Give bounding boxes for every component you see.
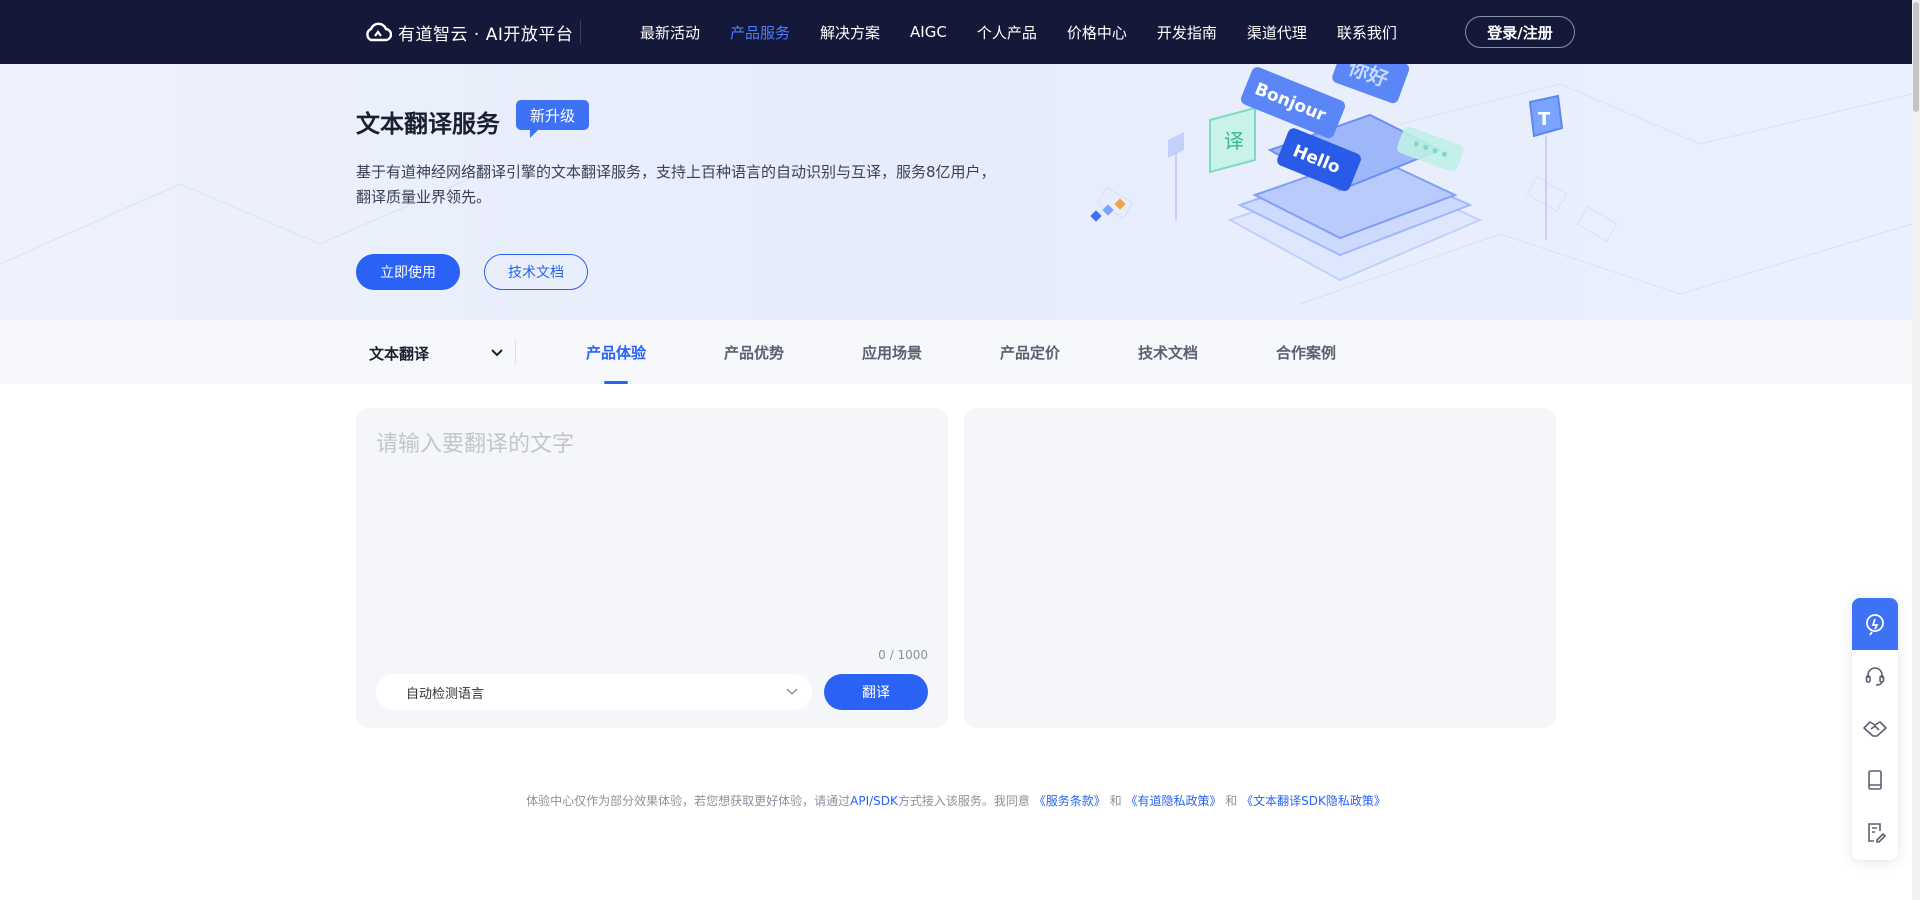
logo[interactable]: 有道智云 · AI开放平台 xyxy=(364,18,573,46)
tab-product-advantages[interactable]: 产品优势 xyxy=(724,320,862,384)
product-selector-label: 文本翻译 xyxy=(369,344,430,363)
privacy-policy-link[interactable]: 《有道隐私政策》 xyxy=(1125,794,1221,808)
tab-use-cases[interactable]: 应用场景 xyxy=(862,320,1000,384)
product-tab-bar: 文本翻译 产品体验 产品优势 应用场景 产品定价 技术文档 合作案例 xyxy=(0,320,1912,384)
ai-assistant-icon xyxy=(1866,614,1884,636)
product-selector[interactable]: 文本翻译 xyxy=(369,342,503,364)
disclaimer-and-2: 和 xyxy=(1225,794,1238,808)
sdk-privacy-policy-link[interactable]: 《文本翻译SDK隐私政策》 xyxy=(1241,794,1386,808)
nav-item-contact[interactable]: 联系我们 xyxy=(1337,22,1397,43)
nav-item-pricing[interactable]: 价格中心 xyxy=(1067,22,1127,43)
logo-text: 有道智云 · AI开放平台 xyxy=(398,24,574,45)
feedback-button[interactable] xyxy=(1852,806,1898,858)
tech-docs-button[interactable]: 技术文档 xyxy=(484,254,588,290)
svg-text:译: 译 xyxy=(1224,129,1244,153)
ai-assistant-button[interactable] xyxy=(1852,598,1898,650)
tab-tech-docs[interactable]: 技术文档 xyxy=(1138,320,1276,384)
decor-pillar xyxy=(1168,132,1184,220)
hero-title: 文本翻译服务 xyxy=(356,110,500,138)
nav-item-channel-agent[interactable]: 渠道代理 xyxy=(1247,22,1307,43)
login-register-button[interactable]: 登录/注册 xyxy=(1465,16,1575,48)
hero-banner: 文本翻译服务 新升级 基于有道神经网络翻译引擎的文本翻译服务，支持上百种语言的自… xyxy=(0,64,1912,320)
chevron-down-icon xyxy=(786,688,798,696)
customer-service-button[interactable] xyxy=(1852,650,1898,702)
cloud-logo-icon xyxy=(366,22,392,42)
language-select-value: 自动检测语言 xyxy=(406,686,485,702)
tab-product-experience[interactable]: 产品体验 xyxy=(586,320,724,384)
nav-item-aigc[interactable]: AIGC xyxy=(910,23,947,41)
tab-divider xyxy=(515,340,516,364)
logo-divider xyxy=(580,20,581,44)
section-tabs: 产品体验 产品优势 应用场景 产品定价 技术文档 合作案例 xyxy=(586,320,1414,384)
tab-pricing[interactable]: 产品定价 xyxy=(1000,320,1138,384)
page-scrollbar[interactable] xyxy=(1912,0,1920,900)
disclaimer-middle: 方式接入该服务。我同意 xyxy=(897,794,1030,808)
partnership-button[interactable] xyxy=(1852,702,1898,754)
page-scrollbar-thumb[interactable] xyxy=(1913,2,1919,112)
source-panel: 0 / 1000 自动检测语言 翻译 xyxy=(356,408,948,728)
nihao-bubble: 你好 xyxy=(1332,64,1410,104)
text-cube-icon: T xyxy=(1528,94,1564,240)
hero-description: 基于有道神经网络翻译引擎的文本翻译服务，支持上百种语言的自动识别与互译，服务8亿… xyxy=(356,163,996,206)
disclaimer-and-1: 和 xyxy=(1109,794,1122,808)
char-count: 0 / 1000 xyxy=(878,648,928,662)
main-nav: 最新活动 产品服务 解决方案 AIGC 个人产品 价格中心 开发指南 渠道代理 … xyxy=(640,0,1427,64)
typing-bubble xyxy=(1397,126,1464,172)
tab-case-studies[interactable]: 合作案例 xyxy=(1276,320,1414,384)
handshake-icon xyxy=(1863,721,1887,737)
yi-translate-icon: 译 xyxy=(1209,106,1256,174)
headset-icon xyxy=(1865,667,1885,686)
source-text-input[interactable] xyxy=(376,426,926,646)
use-now-button[interactable]: 立即使用 xyxy=(356,254,460,290)
disclaimer: 体验中心仅作为部分效果体验，若您想获取更好体验，请通过API/SDK方式接入该服… xyxy=(0,792,1912,809)
svg-text:T: T xyxy=(1538,109,1551,130)
edit-document-icon xyxy=(1868,823,1887,843)
tablet-icon xyxy=(1868,770,1882,790)
api-sdk-link[interactable]: API/SDK xyxy=(850,794,898,808)
language-select[interactable]: 自动检测语言 xyxy=(376,674,812,710)
nav-item-personal-products[interactable]: 个人产品 xyxy=(977,22,1037,43)
nav-item-products[interactable]: 产品服务 xyxy=(730,22,790,43)
disclaimer-prefix: 体验中心仅作为部分效果体验，若您想获取更好体验，请通过 xyxy=(526,794,851,808)
result-panel xyxy=(964,408,1556,728)
floating-side-toolbar xyxy=(1852,598,1898,860)
translate-button[interactable]: 翻译 xyxy=(824,674,928,710)
chevron-down-icon xyxy=(491,349,503,357)
nav-item-dev-guide[interactable]: 开发指南 xyxy=(1157,22,1217,43)
new-upgrade-badge: 新升级 xyxy=(516,100,590,138)
mobile-app-button[interactable] xyxy=(1852,754,1898,806)
decor-diamonds xyxy=(1090,198,1126,222)
top-nav: 有道智云 · AI开放平台 最新活动 产品服务 解决方案 AIGC 个人产品 价… xyxy=(0,0,1912,64)
translation-illustration: 译 Bonjour 你好 Hello T xyxy=(1090,64,1564,282)
terms-of-service-link[interactable]: 《服务条款》 xyxy=(1034,794,1106,808)
nav-item-latest-activity[interactable]: 最新活动 xyxy=(640,22,700,43)
nav-item-solutions[interactable]: 解决方案 xyxy=(820,22,880,43)
